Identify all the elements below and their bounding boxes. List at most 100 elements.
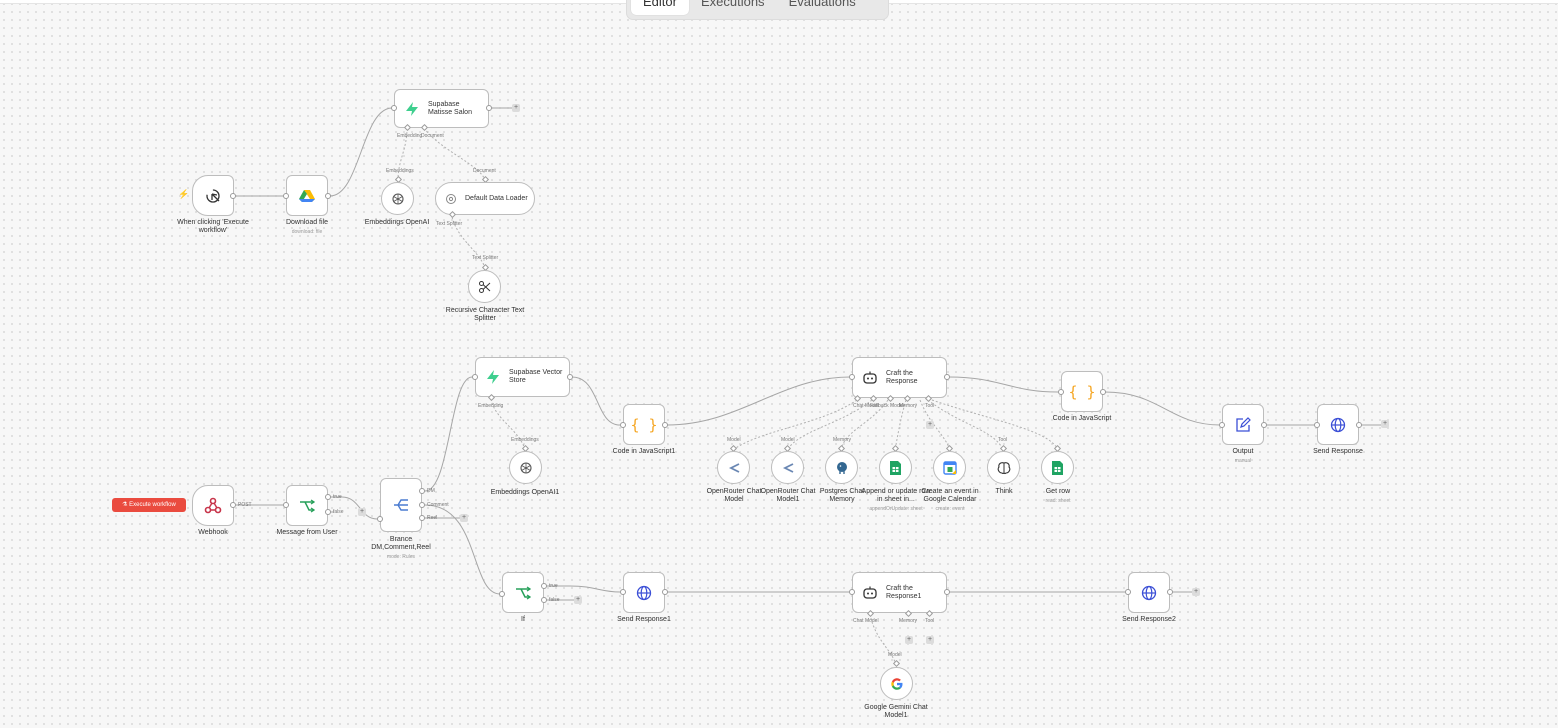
webhook-node[interactable] <box>192 485 234 526</box>
manual-trigger-node[interactable] <box>192 175 234 216</box>
switch-icon <box>394 499 408 511</box>
add-node-button[interactable]: + <box>1381 420 1389 428</box>
default-data-loader-node[interactable]: Default Data Loader <box>435 182 535 215</box>
add-node-button[interactable]: + <box>460 514 468 522</box>
node-subtitle: read: sheet <box>1045 498 1071 504</box>
dm-output-handle[interactable] <box>419 488 425 494</box>
brance-switch-node[interactable] <box>380 478 422 532</box>
node-title: Supabase Matisse Salon <box>428 100 472 116</box>
supabase-vector-store-node[interactable]: Supabase Vector Store <box>475 357 570 397</box>
openrouter-chat-model1-node[interactable] <box>771 451 804 484</box>
node-label: When clicking 'Execute workflow' <box>177 219 249 234</box>
output-handle[interactable] <box>486 105 492 111</box>
port-label: false <box>549 597 560 603</box>
output-handle[interactable] <box>567 374 573 380</box>
output-handle[interactable] <box>1100 389 1106 395</box>
output-handle[interactable] <box>1167 589 1173 595</box>
openrouter-icon <box>782 462 793 473</box>
comment-output-handle[interactable] <box>419 502 425 508</box>
port-label: Document <box>421 133 444 139</box>
port-label: false <box>333 509 344 515</box>
input-handle[interactable] <box>472 374 478 380</box>
add-node-button[interactable]: + <box>574 596 582 604</box>
add-tool-button[interactable]: + <box>926 421 934 429</box>
output-handle[interactable] <box>230 502 236 508</box>
input-handle[interactable] <box>377 516 383 522</box>
node-label: Get row <box>1045 488 1071 495</box>
output-node[interactable] <box>1222 404 1264 445</box>
add-node-button[interactable]: + <box>512 104 520 112</box>
port-label: Memory <box>833 437 852 443</box>
true-output-handle[interactable] <box>541 583 547 589</box>
node-label: Google Gemini Chat Model1 <box>864 704 928 719</box>
port-label: Chat Model <box>853 618 879 624</box>
add-node-button[interactable]: + <box>1192 588 1200 596</box>
robot-icon <box>863 586 877 599</box>
input-handle[interactable] <box>391 105 397 111</box>
input-handle[interactable] <box>1058 389 1064 395</box>
port-label: Tool <box>925 618 935 624</box>
openrouter-chat-model-node[interactable] <box>717 451 750 484</box>
text-splitter-node[interactable] <box>468 270 501 303</box>
message-from-user-node[interactable] <box>286 485 328 526</box>
port-label: Model <box>888 652 902 658</box>
output-handle[interactable] <box>1356 422 1362 428</box>
embeddings-openai1-node[interactable] <box>509 451 542 484</box>
node-label: Download file <box>285 219 329 226</box>
get-row-node[interactable] <box>1041 451 1074 484</box>
input-handle[interactable] <box>283 193 289 199</box>
code-js1-node[interactable]: { } <box>623 404 665 445</box>
send-response2-node[interactable] <box>1128 572 1170 613</box>
input-handle[interactable] <box>283 502 289 508</box>
output-handle[interactable] <box>230 193 236 199</box>
supabase-icon <box>406 101 418 116</box>
add-memory-button[interactable]: + <box>905 636 913 644</box>
port-label: Tool <box>925 403 935 409</box>
node-label: Output <box>1232 448 1254 455</box>
reel-output-handle[interactable] <box>419 515 425 521</box>
google-drive-icon <box>299 189 315 202</box>
input-handle[interactable] <box>849 374 855 380</box>
postgres-memory-node[interactable] <box>825 451 858 484</box>
code-js-node[interactable]: { } <box>1061 371 1103 412</box>
output-handle[interactable] <box>1261 422 1267 428</box>
node-subtitle: mode: Rules <box>386 554 416 560</box>
output-handle[interactable] <box>944 374 950 380</box>
download-file-node[interactable] <box>286 175 328 216</box>
add-node-button[interactable]: + <box>358 508 366 516</box>
input-handle[interactable] <box>620 589 626 595</box>
add-tool-button[interactable]: + <box>926 636 934 644</box>
input-handle[interactable] <box>1219 422 1225 428</box>
embeddings-openai-node[interactable] <box>381 182 414 215</box>
google-calendar-node[interactable] <box>933 451 966 484</box>
cursor-click-icon <box>206 188 220 203</box>
google-gemini-node[interactable] <box>880 667 913 700</box>
input-handle[interactable] <box>1125 589 1131 595</box>
supabase-matisse-node[interactable]: Supabase Matisse Salon <box>394 89 489 128</box>
input-handle[interactable] <box>620 422 626 428</box>
false-output-handle[interactable] <box>541 597 547 603</box>
sheets-append-node[interactable] <box>879 451 912 484</box>
false-output-handle[interactable] <box>325 509 331 515</box>
output-handle[interactable] <box>325 193 331 199</box>
think-node[interactable] <box>987 451 1020 484</box>
output-handle[interactable] <box>662 589 668 595</box>
send-response-node[interactable] <box>1317 404 1359 445</box>
input-handle[interactable] <box>499 591 505 597</box>
output-handle[interactable] <box>662 422 668 428</box>
craft-response-node[interactable]: Craft the Response <box>852 357 947 398</box>
execute-workflow-button[interactable]: ⚗ Execute workflow <box>112 498 186 512</box>
port-label: Tool <box>998 437 1008 443</box>
scissors-icon <box>478 280 490 293</box>
node-label: Send Response2 <box>1122 616 1176 623</box>
send-response1-node[interactable] <box>623 572 665 613</box>
node-label: Recursive Character Text Splitter <box>445 307 525 322</box>
output-handle[interactable] <box>944 589 950 595</box>
input-handle[interactable] <box>849 589 855 595</box>
if-node[interactable] <box>502 572 544 613</box>
craft-response1-node[interactable]: Craft the Response1 <box>852 572 947 613</box>
openai-icon <box>519 461 532 474</box>
node-label: Code in JavaScript <box>1052 415 1112 422</box>
true-output-handle[interactable] <box>325 494 331 500</box>
input-handle[interactable] <box>1314 422 1320 428</box>
